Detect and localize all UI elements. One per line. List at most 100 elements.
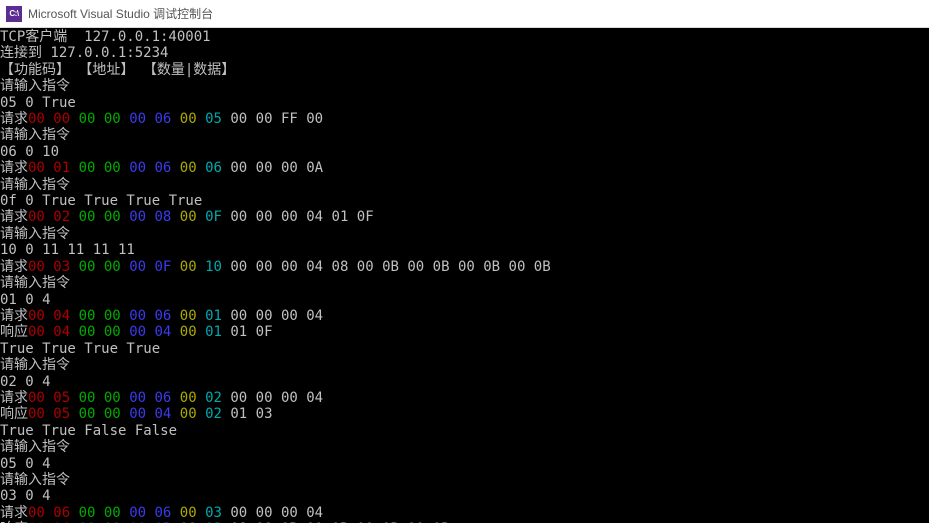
console-line: 响应00 04 00 00 00 04 00 01 01 0F: [0, 324, 929, 340]
window-title: Microsoft Visual Studio 调试控制台: [28, 5, 213, 22]
console-line: True True True True: [0, 341, 929, 357]
pkt-sep: [121, 308, 129, 324]
pkt-rest: 00 00 00 04: [230, 505, 323, 521]
window-titlebar[interactable]: C:\ Microsoft Visual Studio 调试控制台: [0, 0, 929, 28]
pkt-sep: [197, 259, 205, 275]
console-text: True True False False: [0, 423, 177, 439]
console-line: 05 0 True: [0, 95, 929, 111]
pkt-fn: 10: [205, 259, 222, 275]
pkt-proto: 00 00: [79, 209, 121, 225]
console-line: 0f 0 True True True True: [0, 193, 929, 209]
pkt-sep: [197, 308, 205, 324]
pkt-sep: [70, 324, 78, 340]
pkt-sep: [171, 209, 179, 225]
pkt-trans: 00 03: [28, 259, 70, 275]
console-text: 03 0 4: [0, 488, 51, 504]
pkt-sep: [121, 505, 129, 521]
console-line: 请输入指令: [0, 275, 929, 291]
pkt-fn: 05: [205, 111, 222, 127]
pkt-sep: [121, 259, 129, 275]
console-text: 请输入指令: [0, 275, 70, 291]
pkt-trans: 00 00: [28, 111, 70, 127]
console-line: 01 0 4: [0, 292, 929, 308]
console-text: 请输入指令: [0, 127, 70, 143]
console-output: TCP客户端 127.0.0.1:40001连接到 127.0.0.1:5234…: [0, 28, 929, 523]
console-text: 请输入指令: [0, 78, 70, 94]
pkt-proto: 00 00: [79, 505, 121, 521]
pkt-rest: 00 00 00 04: [230, 390, 323, 406]
pkt-fn: 01: [205, 308, 222, 324]
pkt-unit: 00: [180, 259, 197, 275]
console-line: 请输入指令: [0, 177, 929, 193]
console-line: 03 0 4: [0, 488, 929, 504]
pkt-sep: [171, 111, 179, 127]
console-line: 请求00 02 00 00 00 08 00 0F 00 00 00 04 01…: [0, 209, 929, 225]
console-text: True True True True: [0, 341, 160, 357]
pkt-sep: [121, 390, 129, 406]
pkt-unit: 00: [180, 209, 197, 225]
console-text: 10 0 11 11 11 11: [0, 242, 135, 258]
pkt-sep: [197, 406, 205, 422]
pkt-sep: [197, 390, 205, 406]
pkt-rest: 00 00 00 04 01 0F: [230, 209, 373, 225]
pkt-len: 00 06: [129, 505, 171, 521]
pkt-len: 00 08: [129, 209, 171, 225]
pkt-sep: [121, 160, 129, 176]
console-line: True True False False: [0, 423, 929, 439]
pkt-len: 00 04: [129, 324, 171, 340]
console-line: 请输入指令: [0, 439, 929, 455]
console-text: 【功能码】 【地址】 【数量|数据】: [0, 62, 235, 78]
pkt-sep: [171, 259, 179, 275]
pkt-sep: [171, 324, 179, 340]
pkt-fn: 02: [205, 390, 222, 406]
pkt-sep: [70, 505, 78, 521]
console-line: 请求00 01 00 00 00 06 00 06 00 00 00 0A: [0, 160, 929, 176]
pkt-sep: [121, 324, 129, 340]
pkt-sep: [171, 308, 179, 324]
pkt-rest: 00 00 00 04 08 00 0B 00 0B 00 0B 00 0B: [230, 259, 550, 275]
pkt-proto: 00 00: [79, 259, 121, 275]
pkt-rest: 00 00 00 04: [230, 308, 323, 324]
console-line: TCP客户端 127.0.0.1:40001: [0, 29, 929, 45]
console-text: 01 0 4: [0, 292, 51, 308]
pkt-proto: 00 00: [79, 308, 121, 324]
pkt-len: 00 06: [129, 308, 171, 324]
pkt-sep: [197, 209, 205, 225]
pkt-sep: [70, 111, 78, 127]
pkt-proto: 00 00: [79, 390, 121, 406]
pkt-len: 00 06: [129, 390, 171, 406]
pkt-rest: 01 0F: [230, 324, 272, 340]
pkt-trans: 00 06: [28, 505, 70, 521]
pkt-sep: [197, 505, 205, 521]
pkt-unit: 00: [180, 160, 197, 176]
pkt-label: 请求: [0, 259, 28, 275]
pkt-len: 00 06: [129, 111, 171, 127]
pkt-sep: [70, 308, 78, 324]
console-line: 请求00 06 00 00 00 06 00 03 00 00 00 04: [0, 505, 929, 521]
pkt-unit: 00: [180, 308, 197, 324]
pkt-sep: [70, 406, 78, 422]
console-line: 请输入指令: [0, 472, 929, 488]
pkt-unit: 00: [180, 111, 197, 127]
console-text: 连接到 127.0.0.1:5234: [0, 45, 168, 61]
console-text: 05 0 True: [0, 95, 76, 111]
pkt-fn: 06: [205, 160, 222, 176]
pkt-sep: [70, 209, 78, 225]
pkt-unit: 00: [180, 390, 197, 406]
console-line: 请输入指令: [0, 226, 929, 242]
pkt-sep: [121, 111, 129, 127]
app-icon: C:\: [6, 6, 22, 22]
pkt-trans: 00 04: [28, 324, 70, 340]
pkt-rest: 00 00 00 0A: [230, 160, 323, 176]
pkt-unit: 00: [180, 324, 197, 340]
pkt-sep: [171, 406, 179, 422]
pkt-unit: 00: [180, 505, 197, 521]
pkt-label: 请求: [0, 209, 28, 225]
pkt-label: 请求: [0, 505, 28, 521]
console-text: 请输入指令: [0, 357, 70, 373]
pkt-proto: 00 00: [79, 111, 121, 127]
pkt-sep: [121, 209, 129, 225]
pkt-label: 请求: [0, 390, 28, 406]
console-text: 0f 0 True True True True: [0, 193, 202, 209]
console-line: 请输入指令: [0, 78, 929, 94]
